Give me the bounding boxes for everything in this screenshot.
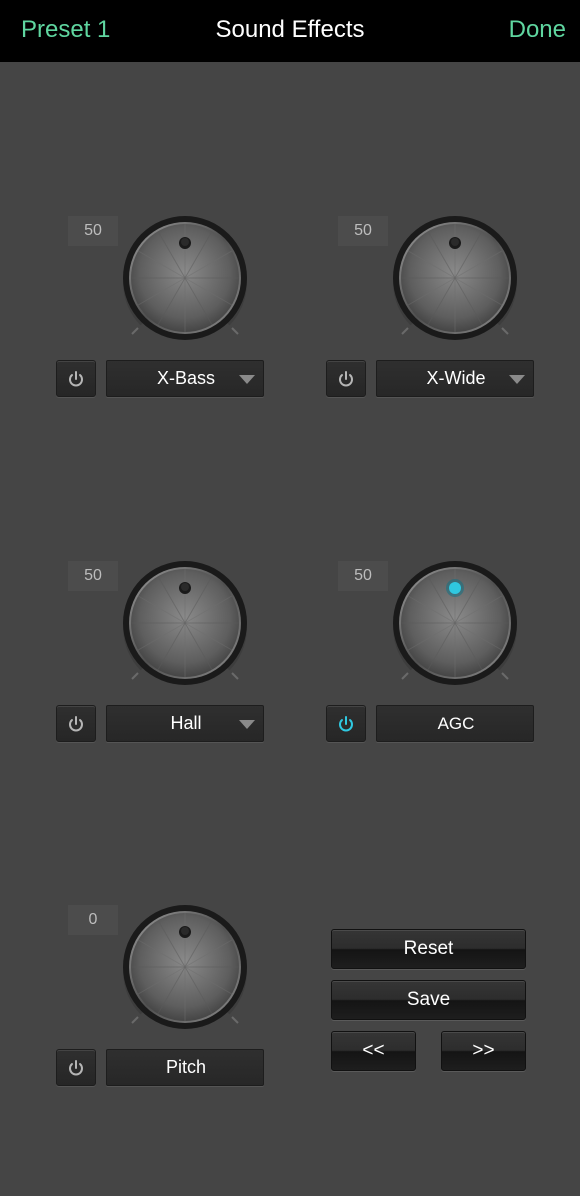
knob-dial-icon [393, 561, 517, 685]
caret-down-icon [239, 720, 255, 729]
effect-label-box: AGC [376, 705, 534, 742]
effect-select[interactable]: X-Bass [106, 360, 264, 397]
effect-label: Pitch [165, 1057, 207, 1077]
power-toggle-button[interactable] [326, 705, 366, 742]
effect-unit-xbass: 50 X-Bass [56, 216, 286, 406]
power-icon [69, 1059, 83, 1075]
knob[interactable] [120, 216, 250, 346]
next-preset-button[interactable]: >> [441, 1031, 526, 1071]
power-toggle-button[interactable] [56, 705, 96, 742]
effect-label-box: Pitch [106, 1049, 264, 1086]
knob-dial-icon [123, 905, 247, 1029]
value-display: 50 [68, 561, 118, 591]
power-toggle-button[interactable] [326, 360, 366, 397]
knob[interactable] [120, 905, 250, 1035]
value-display: 50 [338, 561, 388, 591]
power-icon [69, 370, 83, 386]
power-toggle-button[interactable] [56, 1049, 96, 1086]
effect-unit-agc: 50 AGC [326, 561, 556, 751]
effect-unit-pitch: 0 Pitch [56, 905, 286, 1095]
preset-button[interactable]: Preset 1 [21, 16, 110, 44]
knob-dial-icon [123, 216, 247, 340]
effect-unit-hall: 50 Hall [56, 561, 286, 751]
previous-preset-button[interactable]: << [331, 1031, 416, 1071]
done-button[interactable]: Done [509, 16, 566, 44]
effect-unit-xwide: 50 X-Wide [326, 216, 556, 406]
effect-select[interactable]: X-Wide [376, 360, 534, 397]
power-toggle-button[interactable] [56, 360, 96, 397]
value-display: 50 [338, 216, 388, 246]
save-button[interactable]: Save [331, 980, 526, 1020]
caret-down-icon [509, 375, 525, 384]
navigation-bar: Preset 1 Sound Effects Done [0, 0, 580, 62]
reset-button[interactable]: Reset [331, 929, 526, 969]
knob-dial-icon [393, 216, 517, 340]
effect-label: AGC [437, 713, 475, 733]
knob[interactable] [390, 216, 520, 346]
power-icon [69, 715, 83, 731]
power-icon [339, 715, 353, 731]
caret-down-icon [239, 375, 255, 384]
value-display: 50 [68, 216, 118, 246]
power-icon [339, 370, 353, 386]
knob[interactable] [120, 561, 250, 691]
knob-dial-icon [123, 561, 247, 685]
value-display: 0 [68, 905, 118, 935]
knob[interactable] [390, 561, 520, 691]
effect-select[interactable]: Hall [106, 705, 264, 742]
